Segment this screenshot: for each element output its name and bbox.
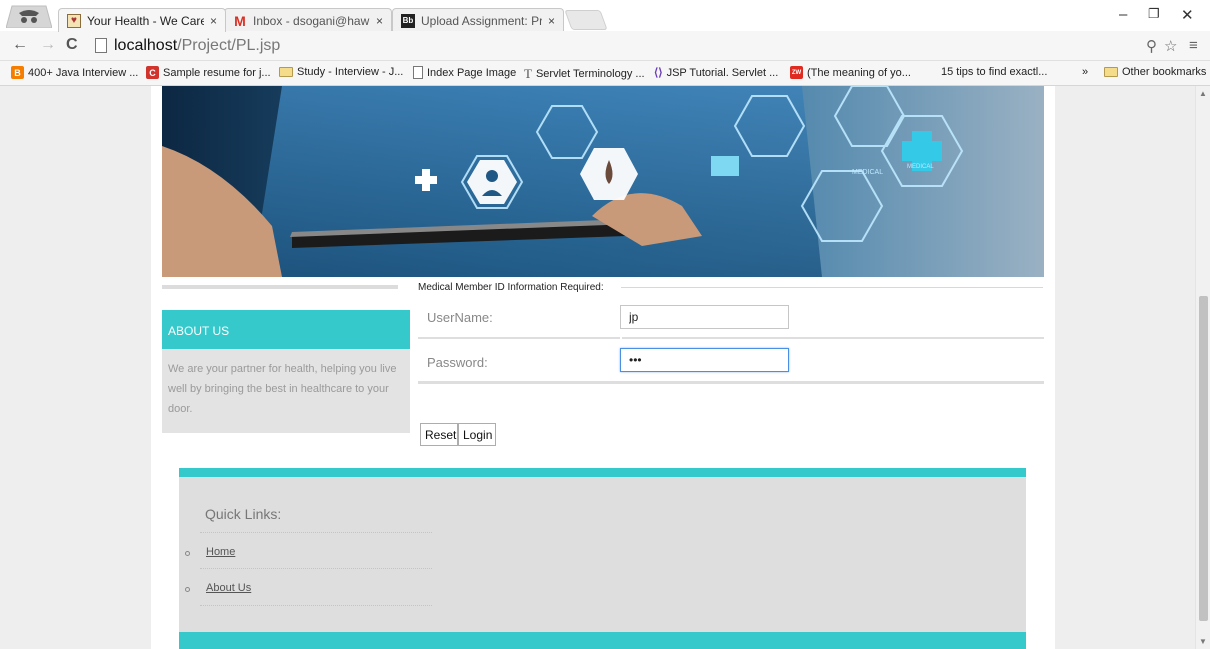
site-logo-icon: ZW xyxy=(790,66,803,79)
bookmark-label: 15 tips to find exactl... xyxy=(941,66,1048,78)
url-path: /Project/PL.jsp xyxy=(177,37,281,54)
bookmark-jsp-tutorial[interactable]: ⟨⟩ JSP Tutorial. Servlet ... xyxy=(654,66,779,80)
menu-icon[interactable]: ≡ xyxy=(1189,37,1198,54)
about-us-panel: ABOUT US We are your partner for health,… xyxy=(162,310,410,433)
back-arrow-icon[interactable]: ← xyxy=(12,36,28,54)
resume-site-icon: C xyxy=(146,66,159,79)
scroll-up-icon[interactable]: ▲ xyxy=(1199,89,1207,98)
page-container: MEDICAL MEDICAL ABOUT US We are your par… xyxy=(151,86,1055,649)
footer-bottom-bar xyxy=(179,632,1026,649)
hero-banner-image: MEDICAL MEDICAL xyxy=(162,86,1044,277)
bookmark-index-page-image[interactable]: Index Page Image xyxy=(413,66,516,79)
bookmark-star-icon[interactable]: ☆ xyxy=(1164,37,1177,55)
footer-divider xyxy=(200,568,432,569)
form-row-divider xyxy=(418,381,1044,384)
tab-your-health[interactable]: ♥ Your Health - We Care! × xyxy=(58,8,226,32)
footer-accent-bar xyxy=(179,468,1026,477)
form-heading-divider xyxy=(621,287,1043,288)
forward-arrow-icon[interactable]: → xyxy=(40,36,56,54)
folder-icon xyxy=(1104,67,1118,77)
bookmark-java-interview[interactable]: B 400+ Java Interview ... xyxy=(11,66,138,79)
site-favicon-icon: ♥ xyxy=(67,13,81,28)
footer-divider xyxy=(200,532,432,533)
footer-link-home[interactable]: Home xyxy=(206,546,235,558)
gmail-icon: M xyxy=(234,12,246,29)
scrollbar-thumb[interactable] xyxy=(1199,296,1208,621)
scroll-down-icon[interactable]: ▼ xyxy=(1199,637,1207,646)
tab-title: Inbox - dsogani@hawk.iit. xyxy=(253,13,370,28)
bookmark-servlet-terminology[interactable]: T Servlet Terminology ... xyxy=(524,66,645,82)
bookmark-label: (The meaning of yo... xyxy=(807,66,911,79)
footer-divider xyxy=(200,605,432,606)
code-icon: ⟨⟩ xyxy=(654,67,663,79)
about-us-title: ABOUT US xyxy=(162,310,410,349)
restore-icon[interactable]: ❐ xyxy=(1148,6,1160,22)
tab-inbox[interactable]: M Inbox - dsogani@hawk.iit. × xyxy=(224,8,392,32)
password-input[interactable] xyxy=(620,348,789,372)
bookmark-label: Sample resume for j... xyxy=(163,66,271,79)
other-bookmarks-folder[interactable]: Other bookmarks xyxy=(1104,66,1206,78)
bookmark-label: JSP Tutorial. Servlet ... xyxy=(666,66,779,79)
blackboard-icon: Bb xyxy=(401,13,415,28)
login-button[interactable]: Login xyxy=(458,423,496,446)
new-tab-button[interactable] xyxy=(564,10,608,30)
form-row-divider xyxy=(418,337,620,339)
login-form-heading: Medical Member ID Information Required: xyxy=(418,282,604,293)
tab-close-icon[interactable]: × xyxy=(210,14,217,28)
bookmark-label: Servlet Terminology ... xyxy=(535,68,645,80)
bookmark-study-folder[interactable]: Study - Interview - J... xyxy=(279,66,403,78)
address-bar[interactable]: localhost/Project/PL.jsp xyxy=(114,37,280,55)
bookmarks-bar: B 400+ Java Interview ... C Sample resum… xyxy=(0,61,1210,86)
left-divider xyxy=(162,285,398,289)
bookmark-15-tips[interactable]: 15 tips to find exactl... xyxy=(941,66,1047,78)
tab-close-icon[interactable]: × xyxy=(376,14,383,28)
text-format-icon: T xyxy=(524,66,532,81)
password-label: Password: xyxy=(427,355,488,370)
tab-strip: ♥ Your Health - We Care! × M Inbox - dso… xyxy=(0,0,1210,32)
bookmark-meaning[interactable]: ZW (The meaning of yo... xyxy=(790,66,911,79)
about-us-text: We are your partner for health, helping … xyxy=(168,363,397,415)
username-input[interactable] xyxy=(620,305,789,329)
minimize-icon[interactable]: – xyxy=(1119,6,1127,23)
bullet-icon xyxy=(185,587,190,592)
tab-title: Your Health - We Care! xyxy=(87,13,204,28)
folder-icon xyxy=(279,67,293,77)
incognito-icon xyxy=(6,5,52,28)
bookmark-label: Other bookmarks xyxy=(1122,66,1207,78)
page-scrollbar[interactable]: ▲ ▼ xyxy=(1195,86,1210,649)
close-window-icon[interactable]: ✕ xyxy=(1181,6,1194,24)
url-host: localhost xyxy=(114,37,178,54)
tab-title: Upload Assignment: Proje xyxy=(421,13,542,28)
page-info-icon[interactable] xyxy=(95,38,107,53)
bookmark-label: 400+ Java Interview ... xyxy=(28,66,139,79)
tab-upload-assignment[interactable]: Bb Upload Assignment: Proje × xyxy=(392,8,564,32)
form-row-divider xyxy=(622,337,1044,339)
footer: Quick Links: Home About Us xyxy=(179,468,1026,649)
quick-links-title: Quick Links: xyxy=(205,506,282,522)
svg-text:MEDICAL: MEDICAL xyxy=(852,169,883,176)
page-viewport: MEDICAL MEDICAL ABOUT US We are your par… xyxy=(0,86,1210,649)
username-label: UserName: xyxy=(427,310,493,325)
svg-text:MEDICAL: MEDICAL xyxy=(907,164,934,170)
reset-button[interactable]: Reset xyxy=(420,423,458,446)
tab-close-icon[interactable]: × xyxy=(548,14,555,28)
bookmark-label: Index Page Image xyxy=(427,66,517,79)
bookmark-label: Study - Interview - J... xyxy=(297,66,404,78)
bookmark-sample-resume[interactable]: C Sample resume for j... xyxy=(146,66,271,79)
extension-icon[interactable]: ⚲ xyxy=(1146,37,1157,55)
blogger-icon: B xyxy=(11,66,24,79)
page-icon xyxy=(413,66,423,79)
bookmarks-overflow-chevron[interactable]: » xyxy=(1082,66,1088,78)
footer-link-about-us[interactable]: About Us xyxy=(206,582,251,594)
bullet-icon xyxy=(185,551,190,556)
browser-toolbar: ← → C localhost/Project/PL.jsp ⚲ ☆ ≡ xyxy=(0,31,1210,61)
reload-icon[interactable]: C xyxy=(66,36,78,54)
